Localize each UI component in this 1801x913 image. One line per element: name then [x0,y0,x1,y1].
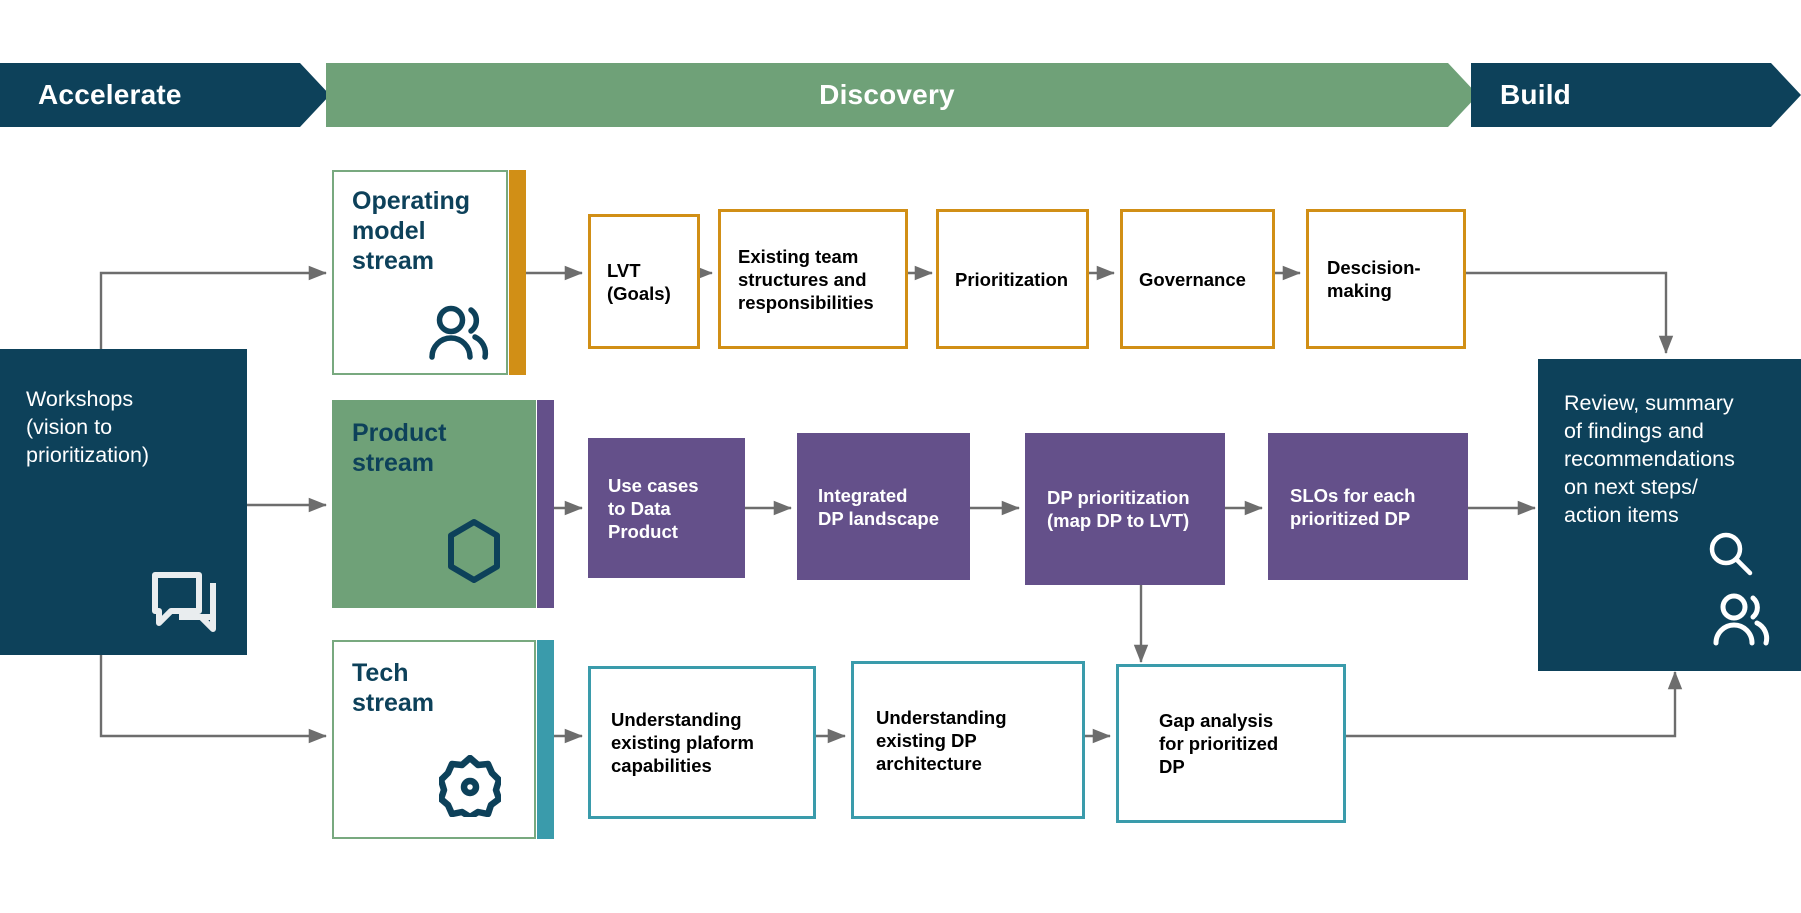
diagram-canvas: Accelerate Discovery Build Workshops (vi… [0,0,1801,913]
hexagon-icon [448,519,500,583]
stream-operating-model-title: Operating model stream [352,187,471,275]
stream-tech[interactable]: Tech stream [332,640,536,839]
people-icon [1713,593,1770,646]
step-lvt-goals-label: LVT (Goals) [607,259,671,304]
step-existing-team-structures-label: Existing team structures and responsibil… [738,245,874,313]
step-use-cases-to-data-product[interactable]: Use cases to Data Product [588,438,745,578]
stream-tech-title: Tech stream [352,659,434,717]
step-understanding-dp-architecture[interactable]: Understanding existing DP architecture [851,661,1085,819]
step-existing-team-structures[interactable]: Existing team structures and responsibil… [718,209,908,349]
step-integrated-dp-landscape[interactable]: Integrated DP landscape [797,433,970,580]
step-understanding-dp-architecture-label: Understanding existing DP architecture [876,706,1007,774]
step-slos-prioritized-dp[interactable]: SLOs for each prioritized DP [1268,433,1468,580]
step-gap-analysis[interactable]: Gap analysis for prioritized DP [1116,664,1346,823]
step-use-cases-to-data-product-label: Use cases to Data Product [608,474,699,542]
phase-accelerate[interactable]: Accelerate [0,63,330,127]
stream-operating-model-accent [509,170,526,375]
review-summary-node[interactable]: Review, summary of findings and recommen… [1538,359,1801,671]
workshops-label: Workshops (vision to prioritization) [26,387,150,467]
step-governance[interactable]: Governance [1120,209,1275,349]
phase-discovery[interactable]: Discovery [326,63,1478,127]
step-dp-prioritization-label: DP prioritization (map DP to LVT) [1047,487,1190,531]
phase-build[interactable]: Build [1471,63,1801,127]
stream-operating-model[interactable]: Operating model stream [332,170,508,375]
people-icon [429,305,489,360]
stream-product-accent [537,400,554,608]
step-descision-making-label: Descision- making [1327,257,1421,301]
step-descision-making[interactable]: Descision- making [1306,209,1466,349]
step-understanding-platform-capabilities[interactable]: Understanding existing plaform capabilit… [588,666,816,819]
step-governance-label: Governance [1139,268,1246,290]
workshops-node[interactable]: Workshops (vision to prioritization) [0,349,247,655]
stream-product-title: Product stream [352,419,447,477]
step-gap-analysis-label: Gap analysis for prioritized DP [1159,710,1279,777]
step-understanding-platform-capabilities-label: Understanding existing plaform capabilit… [611,709,754,776]
phase-build-label: Build [1500,79,1571,110]
step-integrated-dp-landscape-label: Integrated DP landscape [818,484,939,529]
phase-discovery-label: Discovery [819,79,955,110]
step-lvt-goals[interactable]: LVT (Goals) [588,214,700,349]
step-prioritization[interactable]: Prioritization [936,209,1089,349]
gear-icon [439,755,501,817]
magnifier-icon [1709,532,1753,576]
phase-accelerate-label: Accelerate [38,79,182,110]
chat-bubbles-icon [152,572,216,632]
stream-tech-accent [537,640,554,839]
step-dp-prioritization[interactable]: DP prioritization (map DP to LVT) [1025,433,1225,585]
step-prioritization-label: Prioritization [955,268,1069,290]
review-summary-label: Review, summary of findings and recommen… [1564,391,1735,527]
phase-banner: Accelerate Discovery Build [0,63,1801,127]
step-slos-prioritized-dp-label: SLOs for each prioritized DP [1290,484,1416,529]
stream-product[interactable]: Product stream [332,400,536,608]
